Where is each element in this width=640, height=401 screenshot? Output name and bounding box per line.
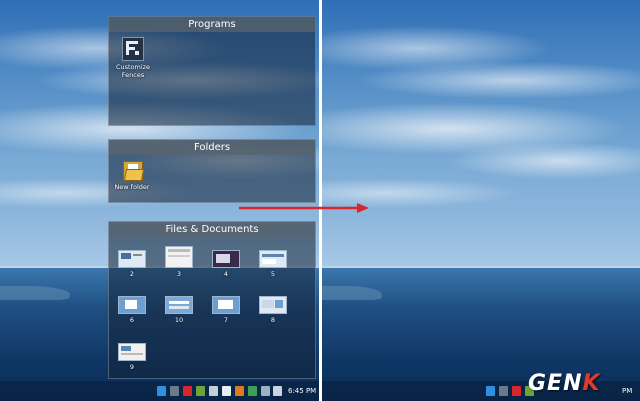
image-thumbnail-icon [118, 343, 146, 361]
fence-title[interactable]: Files & Documents [109, 222, 315, 237]
fence-title[interactable]: Folders [109, 140, 315, 155]
file-icon[interactable]: 5 [256, 250, 290, 278]
icon-label: 7 [223, 316, 229, 324]
shield-icon[interactable] [248, 386, 257, 396]
taskbar-clock[interactable]: PM [622, 385, 632, 397]
file-icon[interactable]: 2 [115, 250, 149, 278]
arrow-right-icon [239, 203, 369, 213]
image-thumbnail-icon [212, 250, 240, 268]
image-thumbnail-icon [165, 296, 193, 314]
fence-files-documents[interactable]: Files & Documents 2 3 4 5 6 10 7 8 9 [108, 221, 316, 379]
icon-label: 9 [129, 363, 135, 371]
volume-icon[interactable] [209, 386, 218, 396]
fences-app-icon [122, 37, 144, 61]
folder-icon [121, 159, 145, 181]
fence-title[interactable]: Programs [109, 17, 315, 32]
icon-label: 5 [270, 270, 276, 278]
icon-label: New folder [114, 183, 150, 191]
desktop-before: Programs Customize Fences Folders New fo… [0, 0, 319, 401]
desktop-icon-customize-fences[interactable]: Customize Fences [113, 37, 153, 79]
chat-icon[interactable] [486, 386, 495, 396]
logo-accent: K [582, 371, 601, 396]
logo-text: GEN [528, 371, 583, 396]
image-thumbnail-icon [118, 296, 146, 314]
browser-icon[interactable] [512, 386, 521, 396]
icon-label: Customize Fences [115, 63, 151, 79]
file-icon[interactable]: 9 [115, 343, 149, 371]
taskbar-clock[interactable]: 6:45 PM [288, 385, 316, 397]
file-icon[interactable]: 8 [256, 296, 290, 324]
file-icon[interactable]: 3 [162, 246, 196, 278]
image-thumbnail-icon [118, 250, 146, 268]
fence-programs[interactable]: Programs Customize Fences [108, 16, 316, 126]
nvidia-icon[interactable] [196, 386, 205, 396]
fence-folders[interactable]: Folders New folder [108, 139, 316, 203]
image-thumbnail-icon [212, 296, 240, 314]
desktop-icon-new-folder[interactable]: New folder [113, 159, 151, 191]
icon-label: 6 [129, 316, 135, 324]
file-icon[interactable]: 4 [209, 250, 243, 278]
grid-icon[interactable] [499, 386, 508, 396]
island [322, 286, 382, 300]
genk-logo: GENK [528, 371, 601, 396]
image-thumbnail-icon [165, 246, 193, 268]
file-icon[interactable]: 7 [209, 296, 243, 324]
icon-label: 2 [129, 270, 135, 278]
desktop-after: PM [322, 0, 640, 401]
icon-label: 4 [223, 270, 229, 278]
icon-label: 3 [176, 270, 182, 278]
file-icon[interactable]: 10 [162, 296, 196, 324]
icon-label: 10 [174, 316, 184, 324]
notification-icon[interactable] [273, 386, 282, 396]
chat-icon[interactable] [157, 386, 166, 396]
image-thumbnail-icon [259, 296, 287, 314]
file-icon[interactable]: 6 [115, 296, 149, 324]
cloud-icon[interactable] [222, 386, 231, 396]
image-thumbnail-icon [259, 250, 287, 268]
browser-icon[interactable] [183, 386, 192, 396]
taskbar: 6:45 PM [0, 381, 319, 401]
sky-wallpaper [322, 0, 640, 268]
grid-icon[interactable] [170, 386, 179, 396]
antivirus-icon[interactable] [235, 386, 244, 396]
island [0, 286, 70, 300]
network-icon[interactable] [261, 386, 270, 396]
icon-label: 8 [270, 316, 276, 324]
